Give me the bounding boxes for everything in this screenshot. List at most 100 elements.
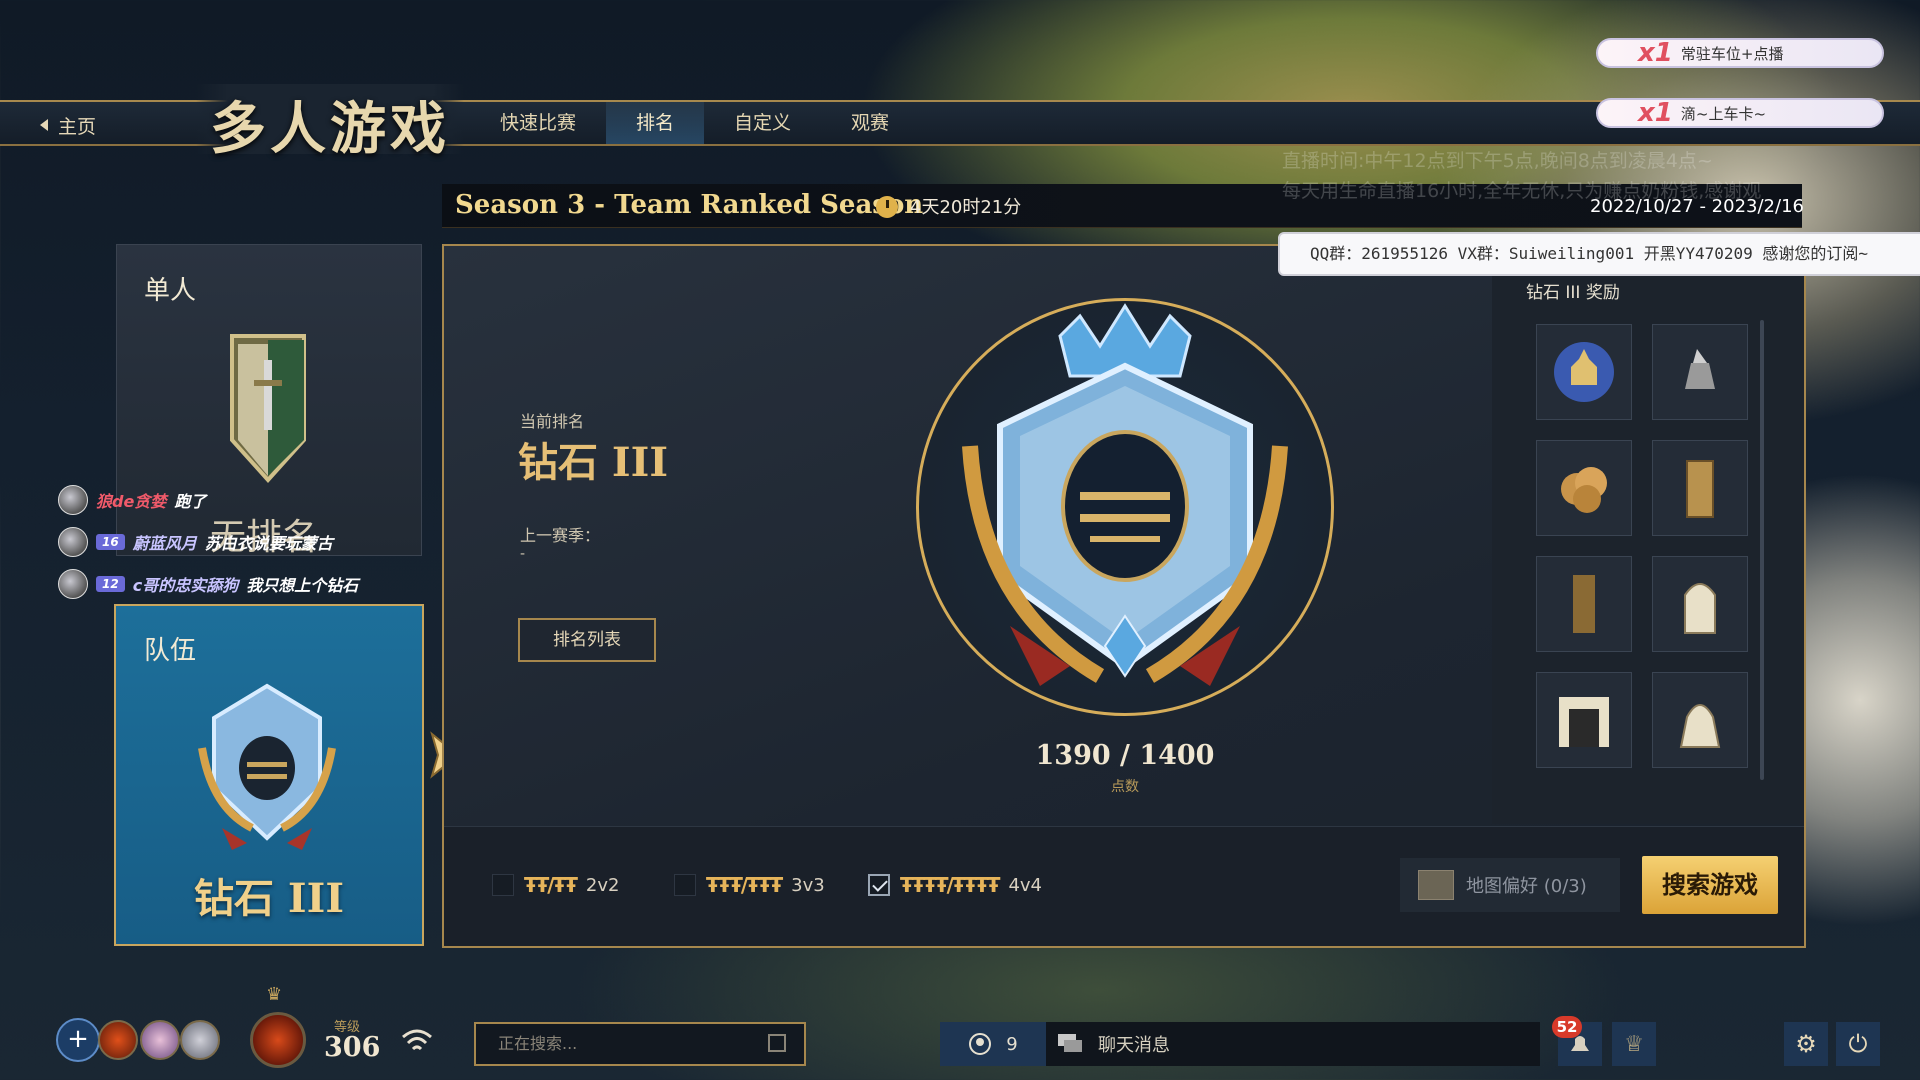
friends-icon bbox=[969, 1033, 992, 1055]
stream-contact-banner: QQ群：261955126 VX群：Suiweiling001 开黑YY4702… bbox=[1278, 232, 1920, 276]
friend-avatar[interactable] bbox=[140, 1020, 180, 1060]
tab-ranked[interactable]: 排名 bbox=[606, 102, 705, 144]
search-game-button[interactable]: 搜索游戏 bbox=[1642, 856, 1778, 914]
chat-username: 狼de贪婪 bbox=[96, 492, 167, 511]
power-icon: ⏻ bbox=[1848, 1030, 1868, 1058]
mode-3v3-checkbox[interactable] bbox=[674, 874, 696, 896]
cloud-emblem-icon bbox=[1561, 467, 1607, 513]
settings-button[interactable]: ⚙ bbox=[1784, 1022, 1828, 1066]
chat-message: 狼de贪婪 跑了 bbox=[58, 485, 358, 515]
mode-2v2-option[interactable]: ŦŦ/ŦŦ 2v2 bbox=[492, 870, 619, 900]
fan-badge: 12 bbox=[96, 576, 125, 592]
gift-notification: x1 滴~上车卡~ bbox=[1596, 98, 1884, 128]
gift-count: x1 bbox=[1638, 38, 1673, 68]
wifi-icon bbox=[402, 1029, 432, 1051]
gift-text: 滴~上车卡~ bbox=[1680, 104, 1767, 123]
achievements-button[interactable]: ♕ bbox=[1612, 1022, 1656, 1066]
fan-badge: 16 bbox=[96, 534, 125, 550]
mode-3v3-option[interactable]: ŦŦŦ/ŦŦŦ 3v3 bbox=[674, 870, 825, 900]
friend-avatar[interactable] bbox=[180, 1020, 220, 1060]
chat-icon bbox=[1058, 1034, 1082, 1052]
crown-icon: ♕ bbox=[1624, 1031, 1644, 1057]
unranked-banner-icon bbox=[230, 334, 306, 483]
reward-slot[interactable] bbox=[1652, 672, 1748, 768]
search-status-bar[interactable]: 正在搜索... bbox=[474, 1022, 806, 1066]
mode-2v2-checkbox[interactable] bbox=[492, 874, 514, 896]
team-size-icon: ŦŦŦ/ŦŦŦ bbox=[706, 873, 783, 897]
rewards-title: 钻石 III 奖励 bbox=[1526, 283, 1620, 303]
solo-card-label: 单人 bbox=[144, 276, 197, 306]
rewards-scrollbar[interactable] bbox=[1760, 320, 1764, 780]
chat-messages-button[interactable]: 聊天消息 bbox=[1046, 1022, 1540, 1066]
season-time-left: 4天20时21分 bbox=[910, 197, 1022, 218]
stream-notice: 直播时间:中午12点到下午5点,晚间8点到凌晨4点~ bbox=[1282, 150, 1713, 172]
chat-username: 蔚蓝风月 bbox=[132, 534, 197, 553]
reward-slot[interactable] bbox=[1652, 556, 1748, 652]
gift-text: 常驻车位+点播 bbox=[1680, 44, 1784, 63]
ship-figure-icon bbox=[1685, 349, 1715, 389]
reward-slot[interactable] bbox=[1536, 440, 1632, 536]
friend-avatar[interactable] bbox=[98, 1020, 138, 1060]
gift-notification: x1 常驻车位+点播 bbox=[1596, 38, 1884, 68]
level-value: 306 bbox=[324, 1032, 381, 1063]
statue-fountain-icon bbox=[1679, 704, 1721, 748]
player-avatar[interactable] bbox=[250, 1012, 306, 1068]
mode-3v3-label: 3v3 bbox=[791, 874, 825, 896]
tab-custom[interactable]: 自定义 bbox=[704, 102, 821, 144]
stream-notice: 每天用生命直播16小时,全年无休,只为赚点奶粉钱,感谢观 bbox=[1282, 180, 1762, 202]
chat-username: c哥的忠实舔狗 bbox=[132, 576, 239, 595]
rank-points: 1390 / 1400 bbox=[1035, 740, 1215, 771]
online-friends-button[interactable]: 9 bbox=[940, 1022, 1046, 1066]
page-title: 多人游戏 bbox=[196, 84, 464, 162]
season-title: Season 3 - Team Ranked Season bbox=[455, 190, 924, 220]
previous-season-label: 上一赛季： bbox=[520, 526, 601, 545]
team-size-icon: ŦŦ/ŦŦ bbox=[524, 873, 578, 897]
map-icon bbox=[1418, 870, 1454, 900]
avatar bbox=[58, 527, 88, 557]
current-rank-value: 钻石 III bbox=[518, 439, 669, 486]
tab-spectate[interactable]: 观赛 bbox=[821, 102, 919, 144]
team-card-label: 队伍 bbox=[144, 636, 197, 666]
crown-icon: ♛ bbox=[266, 984, 283, 1005]
previous-season-value: - bbox=[520, 546, 526, 562]
chat-text: 我只想上个钻石 bbox=[246, 576, 359, 595]
home-label: 主页 bbox=[58, 115, 97, 138]
reward-slot[interactable] bbox=[1536, 324, 1632, 420]
mode-4v4-label: 4v4 bbox=[1008, 874, 1043, 896]
portcullis-gate-icon bbox=[1559, 697, 1609, 747]
live-chat-overlay: 狼de贪婪 跑了 16 蔚蓝风月 苏白衣说要玩蒙古 12 c哥的忠实舔狗 我只想… bbox=[58, 485, 359, 599]
rank-list-button[interactable]: 排名列表 bbox=[518, 618, 656, 662]
tab-quick-match[interactable]: 快速比赛 bbox=[470, 102, 606, 144]
reward-slot[interactable] bbox=[1652, 440, 1748, 536]
mode-4v4-checkbox[interactable] bbox=[868, 874, 890, 896]
map-preference-button[interactable]: 地图偏好 (0/3) bbox=[1400, 858, 1620, 912]
team-rank: 钻石 III bbox=[193, 875, 345, 922]
collapse-icon[interactable] bbox=[768, 1034, 786, 1052]
arched-door-icon bbox=[1684, 583, 1716, 634]
avatar bbox=[58, 569, 88, 599]
notification-count-badge: 52 bbox=[1552, 1016, 1582, 1038]
current-rank-label: 当前排名 bbox=[520, 412, 585, 431]
team-size-icon: ŦŦŦŦ/ŦŦŦŦ bbox=[900, 873, 1000, 897]
reward-slot[interactable] bbox=[1652, 324, 1748, 420]
chat-message: 12 c哥的忠实舔狗 我只想上个钻石 bbox=[58, 569, 359, 599]
diamond-iii-emblem-icon bbox=[962, 303, 1288, 686]
reward-slot[interactable] bbox=[1536, 556, 1632, 652]
chat-label: 聊天消息 bbox=[1098, 1035, 1170, 1056]
gift-count: x1 bbox=[1638, 98, 1673, 128]
map-preference-label: 地图偏好 (0/3) bbox=[1466, 876, 1587, 897]
mode-tabs: 快速比赛 排名 自定义 观赛 bbox=[470, 102, 919, 144]
add-friend-button[interactable]: + bbox=[56, 1018, 100, 1062]
reward-slot[interactable] bbox=[1536, 672, 1632, 768]
gear-icon: ⚙ bbox=[1795, 1030, 1817, 1058]
diamond-rank-emblem-icon bbox=[198, 683, 336, 850]
mode-2v2-label: 2v2 bbox=[585, 874, 620, 896]
mode-4v4-option[interactable]: ŦŦŦŦ/ŦŦŦŦ 4v4 bbox=[868, 870, 1042, 900]
home-button[interactable]: 主页 bbox=[40, 112, 160, 138]
power-button[interactable]: ⏻ bbox=[1836, 1022, 1880, 1066]
clock-icon bbox=[876, 196, 898, 218]
online-count: 9 bbox=[1006, 1033, 1018, 1055]
chat-text: 苏白衣说要玩蒙古 bbox=[204, 534, 333, 553]
chat-message: 16 蔚蓝风月 苏白衣说要玩蒙古 bbox=[58, 527, 358, 557]
rank-points-label: 点数 bbox=[1111, 779, 1139, 795]
